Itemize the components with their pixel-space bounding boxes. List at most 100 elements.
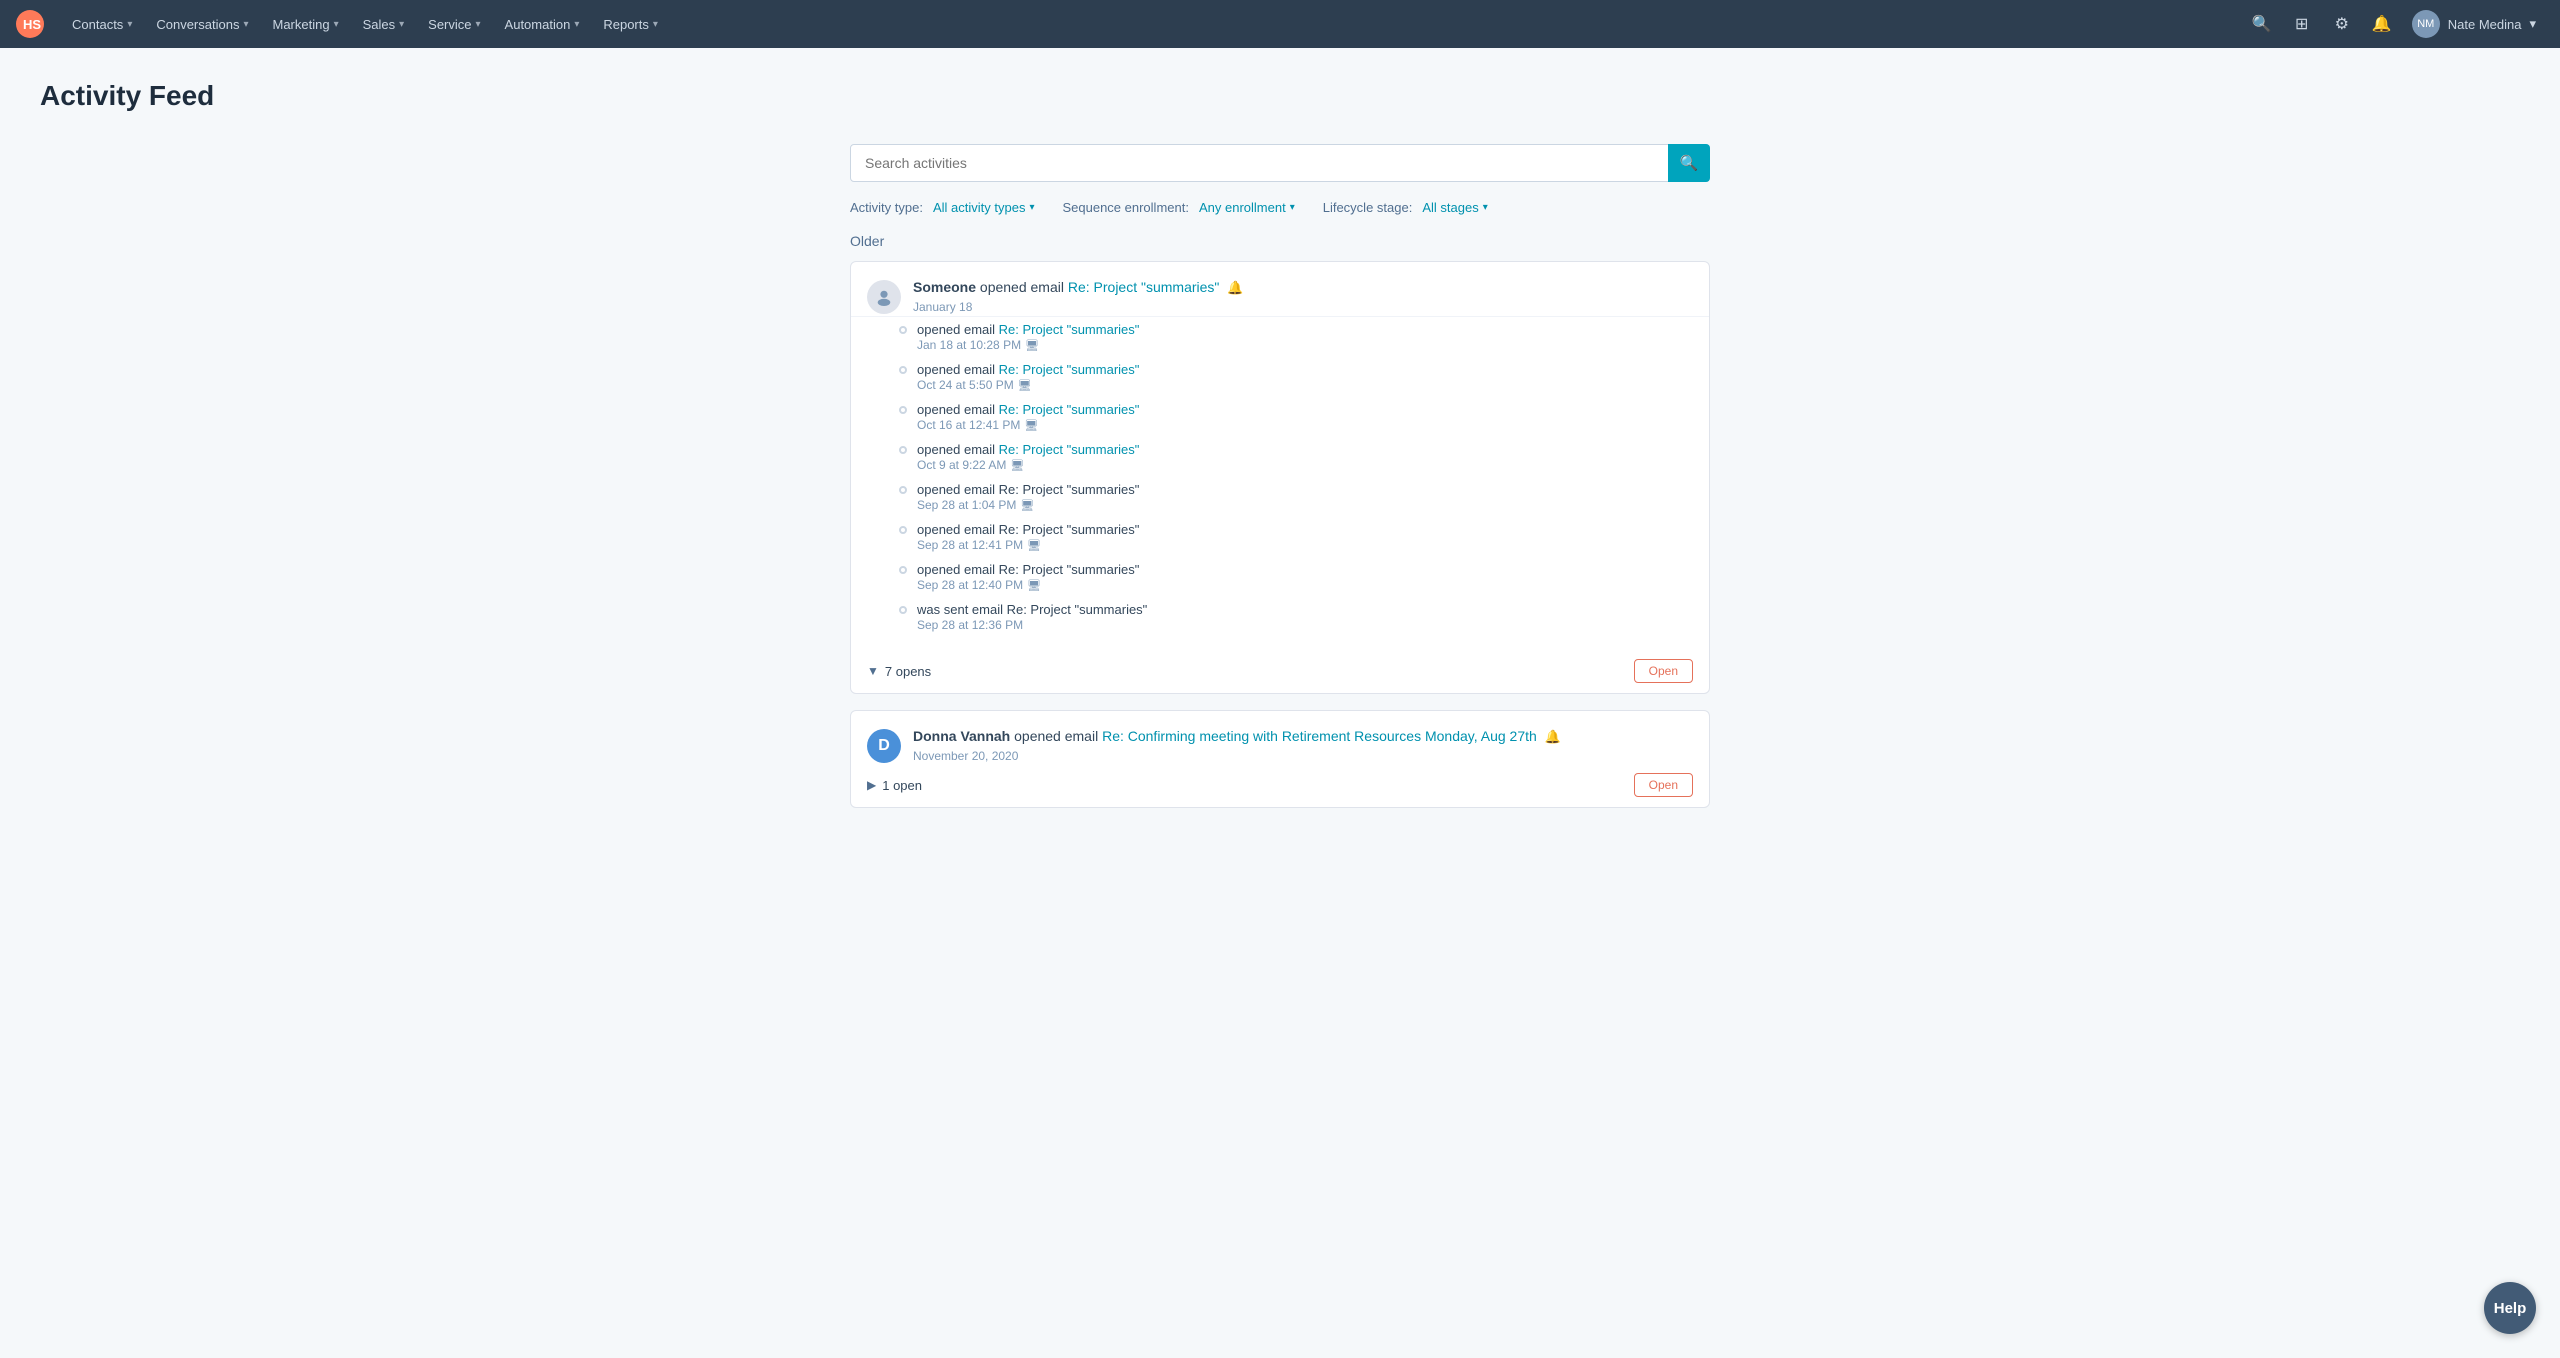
open-button-1[interactable]: Open bbox=[1634, 659, 1693, 683]
monitor-icon: 🖥 bbox=[1020, 499, 1034, 512]
sequence-chevron: ▾ bbox=[1290, 202, 1295, 213]
entry-text: was sent email Re: Project "summaries" bbox=[917, 602, 1693, 617]
entry-dot bbox=[899, 366, 907, 374]
entry-item: opened email Re: Project "summaries" Oct… bbox=[899, 437, 1693, 477]
lifecycle-dropdown[interactable]: All stages ▾ bbox=[1418, 198, 1491, 217]
activity-type-dropdown[interactable]: All activity types ▾ bbox=[929, 198, 1039, 217]
entry-date: Oct 16 at 12:41 PM 🖥 bbox=[917, 418, 1693, 432]
open-button-2[interactable]: Open bbox=[1634, 773, 1693, 797]
help-button[interactable]: Help bbox=[2484, 1282, 2536, 1334]
nav-conversations[interactable]: Conversations ▾ bbox=[144, 0, 260, 48]
entry-email-link[interactable]: Re: Project "summaries" bbox=[999, 362, 1140, 377]
activity-title-1: Someone opened email Re: Project "summar… bbox=[913, 278, 1693, 298]
page-content: Activity Feed 🔍 Activity type: All activ… bbox=[0, 48, 2560, 856]
expand-arrow-2: ▶ bbox=[867, 778, 876, 792]
entry-date: Sep 28 at 12:41 PM 🖥 bbox=[917, 538, 1693, 552]
activity-card-1-footer: ▼ 7 opens Open bbox=[851, 649, 1709, 693]
entry-content: opened email Re: Project "summaries" Sep… bbox=[917, 522, 1693, 552]
search-icon-btn[interactable]: 🔍 bbox=[2244, 6, 2280, 42]
entry-content: opened email Re: Project "summaries" Sep… bbox=[917, 482, 1693, 512]
entry-item: opened email Re: Project "summaries" Sep… bbox=[899, 517, 1693, 557]
entry-dot bbox=[899, 446, 907, 454]
entry-date: Jan 18 at 10:28 PM 🖥 bbox=[917, 338, 1693, 352]
entry-dot bbox=[899, 566, 907, 574]
entry-content: opened email Re: Project "summaries" Oct… bbox=[917, 442, 1693, 472]
activity-date-1: January 18 bbox=[913, 300, 1693, 314]
lifecycle-chevron: ▾ bbox=[1483, 202, 1488, 213]
nav-reports[interactable]: Reports ▾ bbox=[591, 0, 670, 48]
activity-card-2-footer: ▶ 1 open Open bbox=[851, 763, 1709, 807]
entry-date: Oct 9 at 9:22 AM 🖥 bbox=[917, 458, 1693, 472]
entry-text: opened email Re: Project "summaries" bbox=[917, 442, 1693, 457]
entry-item: opened email Re: Project "summaries" Sep… bbox=[899, 557, 1693, 597]
lifecycle-stage-filter: Lifecycle stage: All stages ▾ bbox=[1323, 198, 1492, 217]
activity-email-link-1[interactable]: Re: Project "summaries" bbox=[1068, 279, 1220, 295]
sequence-dropdown[interactable]: Any enrollment ▾ bbox=[1195, 198, 1299, 217]
entry-email-link[interactable]: Re: Project "summaries" bbox=[999, 442, 1140, 457]
entry-item: opened email Re: Project "summaries" Jan… bbox=[899, 317, 1693, 357]
search-row: 🔍 bbox=[850, 144, 1710, 182]
nav-contacts[interactable]: Contacts ▾ bbox=[60, 0, 144, 48]
entry-email-link[interactable]: Re: Project "summaries" bbox=[999, 402, 1140, 417]
search-wrapper: 🔍 bbox=[850, 144, 1710, 182]
nav-service[interactable]: Service ▾ bbox=[416, 0, 492, 48]
contacts-chevron: ▾ bbox=[127, 19, 132, 30]
hubspot-logo[interactable]: HS bbox=[16, 10, 44, 38]
bell-icon-1: 🔔 bbox=[1227, 280, 1243, 295]
entry-dot bbox=[899, 406, 907, 414]
nav-sales[interactable]: Sales ▾ bbox=[351, 0, 417, 48]
search-input[interactable] bbox=[850, 144, 1710, 182]
nav-marketing[interactable]: Marketing ▾ bbox=[260, 0, 350, 48]
activity-card-1: Someone opened email Re: Project "summar… bbox=[850, 261, 1710, 694]
activity-card-2: D Donna Vannah opened email Re: Confirmi… bbox=[850, 710, 1710, 808]
conversations-chevron: ▾ bbox=[243, 19, 248, 30]
page-title: Activity Feed bbox=[40, 80, 2520, 112]
entry-content: opened email Re: Project "summaries" Sep… bbox=[917, 562, 1693, 592]
entry-text: opened email Re: Project "summaries" bbox=[917, 322, 1693, 337]
expand-button-2[interactable]: ▶ 1 open bbox=[867, 776, 922, 795]
entry-dot bbox=[899, 526, 907, 534]
nav-automation[interactable]: Automation ▾ bbox=[493, 0, 592, 48]
user-menu[interactable]: NM Nate Medina ▾ bbox=[2404, 6, 2544, 42]
activity-entries-1: opened email Re: Project "summaries" Jan… bbox=[851, 316, 1709, 649]
entry-text: opened email Re: Project "summaries" bbox=[917, 402, 1693, 417]
activity-type-chevron: ▾ bbox=[1029, 202, 1034, 213]
feed-container: 🔍 Activity type: All activity types ▾ Se… bbox=[850, 144, 1710, 808]
monitor-icon: 🖥 bbox=[1024, 419, 1038, 432]
collapse-button-1[interactable]: ▼ 7 opens bbox=[867, 662, 931, 681]
monitor-icon: 🖥 bbox=[1025, 339, 1039, 352]
activity-avatar-2: D bbox=[867, 729, 901, 763]
filters-row: Activity type: All activity types ▾ Sequ… bbox=[850, 198, 1710, 217]
entry-text: opened email Re: Project "summaries" bbox=[917, 522, 1693, 537]
entry-item: opened email Re: Project "summaries" Oct… bbox=[899, 397, 1693, 437]
entry-date: Sep 28 at 12:40 PM 🖥 bbox=[917, 578, 1693, 592]
user-avatar: NM bbox=[2412, 10, 2440, 38]
activity-person-1: Someone bbox=[913, 279, 976, 295]
monitor-icon: 🖥 bbox=[1027, 539, 1041, 552]
activity-info-2: Donna Vannah opened email Re: Confirming… bbox=[913, 727, 1693, 763]
settings-icon-btn[interactable]: ⚙ bbox=[2324, 6, 2360, 42]
nav-links: Contacts ▾ Conversations ▾ Marketing ▾ S… bbox=[60, 0, 2244, 48]
entry-dot bbox=[899, 326, 907, 334]
activity-email-link-2[interactable]: Re: Confirming meeting with Retirement R… bbox=[1102, 728, 1537, 744]
entry-content: opened email Re: Project "summaries" Oct… bbox=[917, 402, 1693, 432]
sequence-enrollment-filter: Sequence enrollment: Any enrollment ▾ bbox=[1062, 198, 1298, 217]
entry-dot bbox=[899, 606, 907, 614]
section-older-label: Older bbox=[850, 233, 1710, 249]
nav-right-actions: 🔍 ⊞ ⚙ 🔔 NM Nate Medina ▾ bbox=[2244, 6, 2544, 42]
activity-info-1: Someone opened email Re: Project "summar… bbox=[913, 278, 1693, 314]
entry-text: opened email Re: Project "summaries" bbox=[917, 362, 1693, 377]
sales-chevron: ▾ bbox=[399, 19, 404, 30]
entry-item: opened email Re: Project "summaries" Oct… bbox=[899, 357, 1693, 397]
search-submit-button[interactable]: 🔍 bbox=[1668, 144, 1710, 182]
service-chevron: ▾ bbox=[476, 19, 481, 30]
notifications-icon-btn[interactable]: 🔔 bbox=[2364, 6, 2400, 42]
monitor-icon: 🖥 bbox=[1018, 379, 1032, 392]
entry-email-link[interactable]: Re: Project "summaries" bbox=[999, 322, 1140, 337]
entry-item: opened email Re: Project "summaries" Sep… bbox=[899, 477, 1693, 517]
topnav: HS Contacts ▾ Conversations ▾ Marketing … bbox=[0, 0, 2560, 48]
entry-date: Oct 24 at 5:50 PM 🖥 bbox=[917, 378, 1693, 392]
automation-chevron: ▾ bbox=[574, 19, 579, 30]
entry-text: opened email Re: Project "summaries" bbox=[917, 562, 1693, 577]
apps-icon-btn[interactable]: ⊞ bbox=[2284, 6, 2320, 42]
